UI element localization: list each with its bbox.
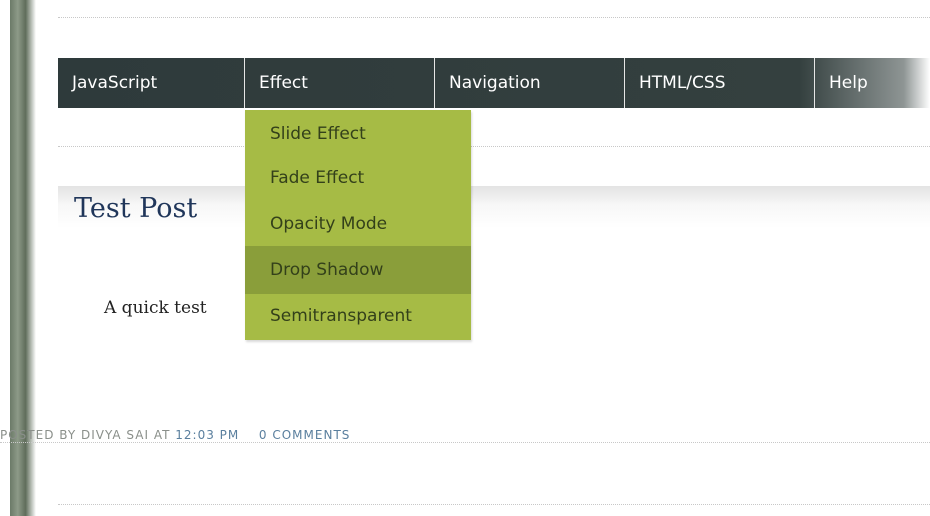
menu-item-drop-shadow[interactable]: Drop Shadow — [245, 246, 471, 294]
nav-item-html-css[interactable]: HTML/CSS — [625, 58, 815, 108]
menu-item-semitransparent[interactable]: Semitransparent — [245, 292, 471, 340]
post-footer: POSTED BY DIVYA SAI AT 12:03 PM 0 COMMEN… — [0, 428, 350, 442]
menu-item-opacity-mode[interactable]: Opacity Mode — [245, 200, 471, 248]
nav-item-effect[interactable]: Effect — [245, 58, 435, 108]
post-body: A quick test — [104, 298, 207, 318]
divider — [0, 442, 930, 443]
menu-item-slide-effect[interactable]: Slide Effect — [245, 110, 471, 156]
posted-by-label: POSTED BY DIVYA SAI — [0, 428, 149, 442]
divider — [58, 504, 930, 505]
divider — [58, 17, 930, 18]
menu-item-fade-effect[interactable]: Fade Effect — [245, 154, 471, 202]
nav-item-navigation[interactable]: Navigation — [435, 58, 625, 108]
divider — [58, 146, 930, 147]
post-time-link[interactable]: 12:03 PM — [175, 428, 239, 442]
comments-link[interactable]: 0 COMMENTS — [259, 428, 351, 442]
nav-item-javascript[interactable]: JavaScript — [58, 58, 245, 108]
at-label: AT — [153, 428, 171, 442]
post-title[interactable]: Test Post — [74, 193, 197, 224]
main-navigation: JavaScript Effect Navigation HTML/CSS He… — [58, 58, 930, 108]
nav-item-help[interactable]: Help — [815, 58, 930, 108]
effect-dropdown-menu: Slide Effect Fade Effect Opacity Mode Dr… — [245, 110, 471, 340]
